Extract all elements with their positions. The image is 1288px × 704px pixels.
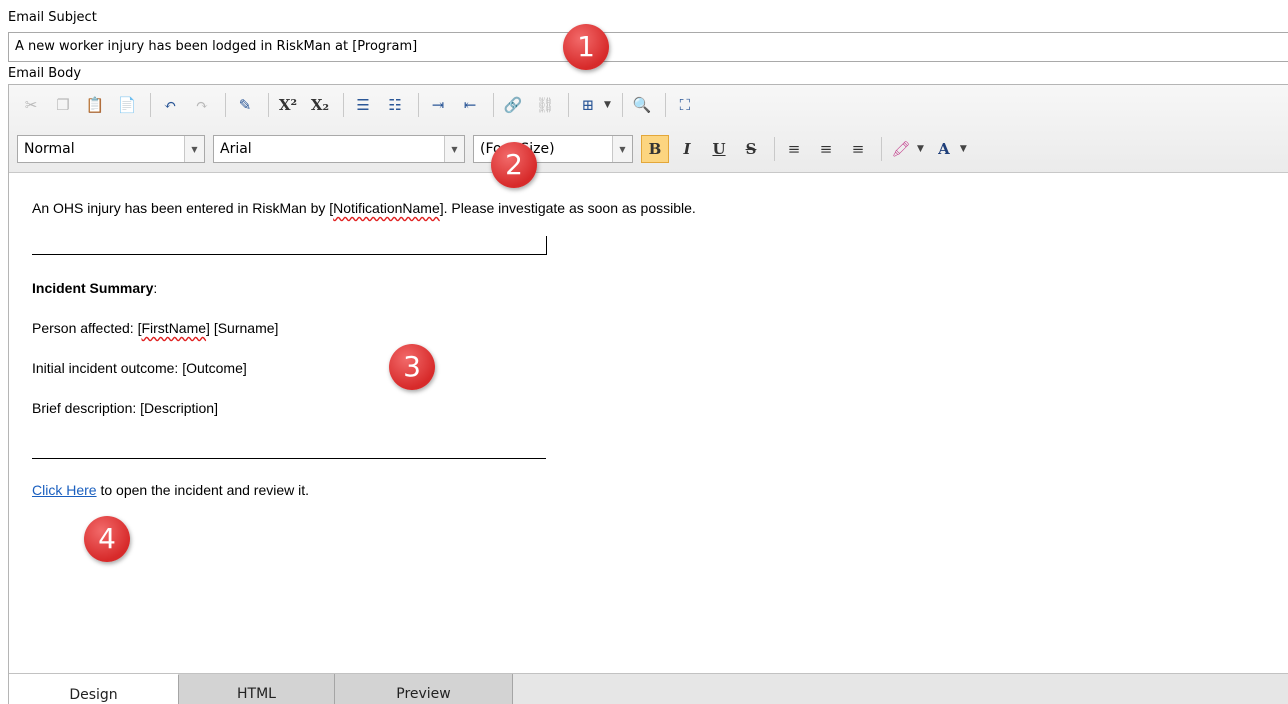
- person-affected-line: Person affected: [FirstName] [Surname]: [32, 320, 278, 336]
- toolbar-separator: [418, 93, 419, 117]
- callout-badge-1: 1: [563, 24, 609, 70]
- outdent-icon[interactable]: ⇤: [456, 91, 484, 119]
- toolbar-separator: [268, 93, 269, 117]
- editor-toolbar: ✂ ❐ 📋 📄 ↶ ↷ ✎ X² X₂ ☰ ☷ ⇥ ⇤ 🔗 ⛓ ⊞ ▼ 🔍 ⛶ …: [9, 85, 1288, 173]
- intro-suffix: ]. Please investigate as soon as possibl…: [439, 200, 696, 216]
- highlight-dropdown-chevron-icon[interactable]: ▼: [917, 144, 924, 154]
- chevron-down-icon[interactable]: ▼: [184, 136, 204, 162]
- summary-heading-colon: :: [153, 280, 158, 296]
- cut-icon[interactable]: ✂: [17, 91, 45, 119]
- tab-design[interactable]: Design: [9, 674, 179, 704]
- outcome-line: Initial incident outcome: [Outcome]: [32, 360, 247, 376]
- underline-button[interactable]: U: [705, 135, 733, 163]
- table-dropdown-chevron-icon[interactable]: ▼: [604, 100, 611, 110]
- paste-icon[interactable]: 📋: [81, 91, 109, 119]
- horizontal-rule: [32, 254, 546, 255]
- find-icon[interactable]: 🔍: [628, 91, 656, 119]
- notification-name-field: NotificationName: [333, 200, 440, 216]
- summary-heading-text: Incident Summary: [32, 280, 154, 296]
- first-name-field: FirstName: [141, 320, 207, 336]
- bold-button[interactable]: B: [641, 135, 669, 163]
- highlight-color-icon[interactable]: 🖍: [887, 135, 915, 163]
- toolbar-separator: [568, 93, 569, 117]
- toolbar-separator: [493, 93, 494, 117]
- copy-icon[interactable]: ❐: [49, 91, 77, 119]
- email-body-editor[interactable]: ✂ ❐ 📋 📄 ↶ ↷ ✎ X² X₂ ☰ ☷ ⇥ ⇤ 🔗 ⛓ ⊞ ▼ 🔍 ⛶ …: [8, 84, 1288, 704]
- align-left-icon[interactable]: ≡: [780, 135, 808, 163]
- open-incident-line: Click Here to open the incident and revi…: [32, 482, 309, 498]
- email-subject-input[interactable]: A new worker injury has been lodged in R…: [8, 32, 1288, 62]
- toolbar-separator: [150, 93, 151, 117]
- strikethrough-button[interactable]: S: [737, 135, 765, 163]
- subscript-icon[interactable]: X₂: [306, 91, 334, 119]
- redo-icon[interactable]: ↷: [188, 91, 216, 119]
- toolbar-separator: [664, 93, 666, 117]
- person-suffix: ] [Surname]: [206, 320, 279, 336]
- chevron-down-icon[interactable]: ▼: [612, 136, 632, 162]
- numbered-list-icon[interactable]: ☰: [349, 91, 377, 119]
- font-family-value: Arial: [220, 141, 252, 157]
- toolbar-separator: [774, 137, 775, 161]
- callout-badge-3: 3: [389, 344, 435, 390]
- horizontal-rule: [32, 458, 546, 459]
- insert-table-icon[interactable]: ⊞: [574, 91, 602, 119]
- paragraph-style-value: Normal: [24, 141, 75, 157]
- fullscreen-icon[interactable]: ⛶: [671, 91, 699, 119]
- toolbar-separator: [621, 93, 623, 117]
- click-here-link[interactable]: Click Here: [32, 482, 97, 498]
- bulleted-list-icon[interactable]: ☷: [381, 91, 409, 119]
- paste-from-word-icon[interactable]: 📄: [113, 91, 141, 119]
- person-prefix: Person affected: [: [32, 320, 142, 336]
- remove-link-icon[interactable]: ⛓: [531, 91, 559, 119]
- intro-paragraph: An OHS injury has been entered in RiskMa…: [32, 200, 696, 216]
- tab-html[interactable]: HTML: [179, 674, 335, 704]
- italic-button[interactable]: I: [673, 135, 701, 163]
- editor-mode-tabs: Design HTML Preview: [9, 673, 1288, 704]
- summary-heading: Incident Summary:: [32, 280, 157, 296]
- text-cursor: [546, 236, 547, 255]
- toolbar-separator: [225, 93, 226, 117]
- chevron-down-icon[interactable]: ▼: [444, 136, 464, 162]
- align-right-icon[interactable]: ≡: [844, 135, 872, 163]
- toolbar-row-1: ✂ ❐ 📋 📄 ↶ ↷ ✎ X² X₂ ☰ ☷ ⇥ ⇤ 🔗 ⛓ ⊞ ▼ 🔍 ⛶: [17, 89, 703, 121]
- description-line: Brief description: [Description]: [32, 400, 218, 416]
- insert-link-icon[interactable]: 🔗: [499, 91, 527, 119]
- email-subject-label: Email Subject: [8, 10, 97, 25]
- toolbar-separator: [881, 137, 882, 161]
- toolbar-separator: [343, 93, 344, 117]
- open-incident-suffix: to open the incident and review it.: [96, 482, 310, 498]
- email-body-label: Email Body: [8, 66, 82, 81]
- superscript-icon[interactable]: X²: [274, 91, 302, 119]
- intro-prefix: An OHS injury has been entered in RiskMa…: [32, 200, 334, 216]
- indent-icon[interactable]: ⇥: [424, 91, 452, 119]
- callout-badge-4: 4: [84, 516, 130, 562]
- font-family-select[interactable]: Arial ▼: [213, 135, 465, 163]
- font-color-dropdown-chevron-icon[interactable]: ▼: [960, 144, 967, 154]
- spellcheck-icon[interactable]: ✎: [231, 91, 259, 119]
- tab-preview[interactable]: Preview: [335, 674, 513, 704]
- font-color-button[interactable]: A: [930, 135, 958, 163]
- align-center-icon[interactable]: ≡: [812, 135, 840, 163]
- undo-icon[interactable]: ↶: [156, 91, 184, 119]
- callout-badge-2: 2: [491, 142, 537, 188]
- paragraph-style-select[interactable]: Normal ▼: [17, 135, 205, 163]
